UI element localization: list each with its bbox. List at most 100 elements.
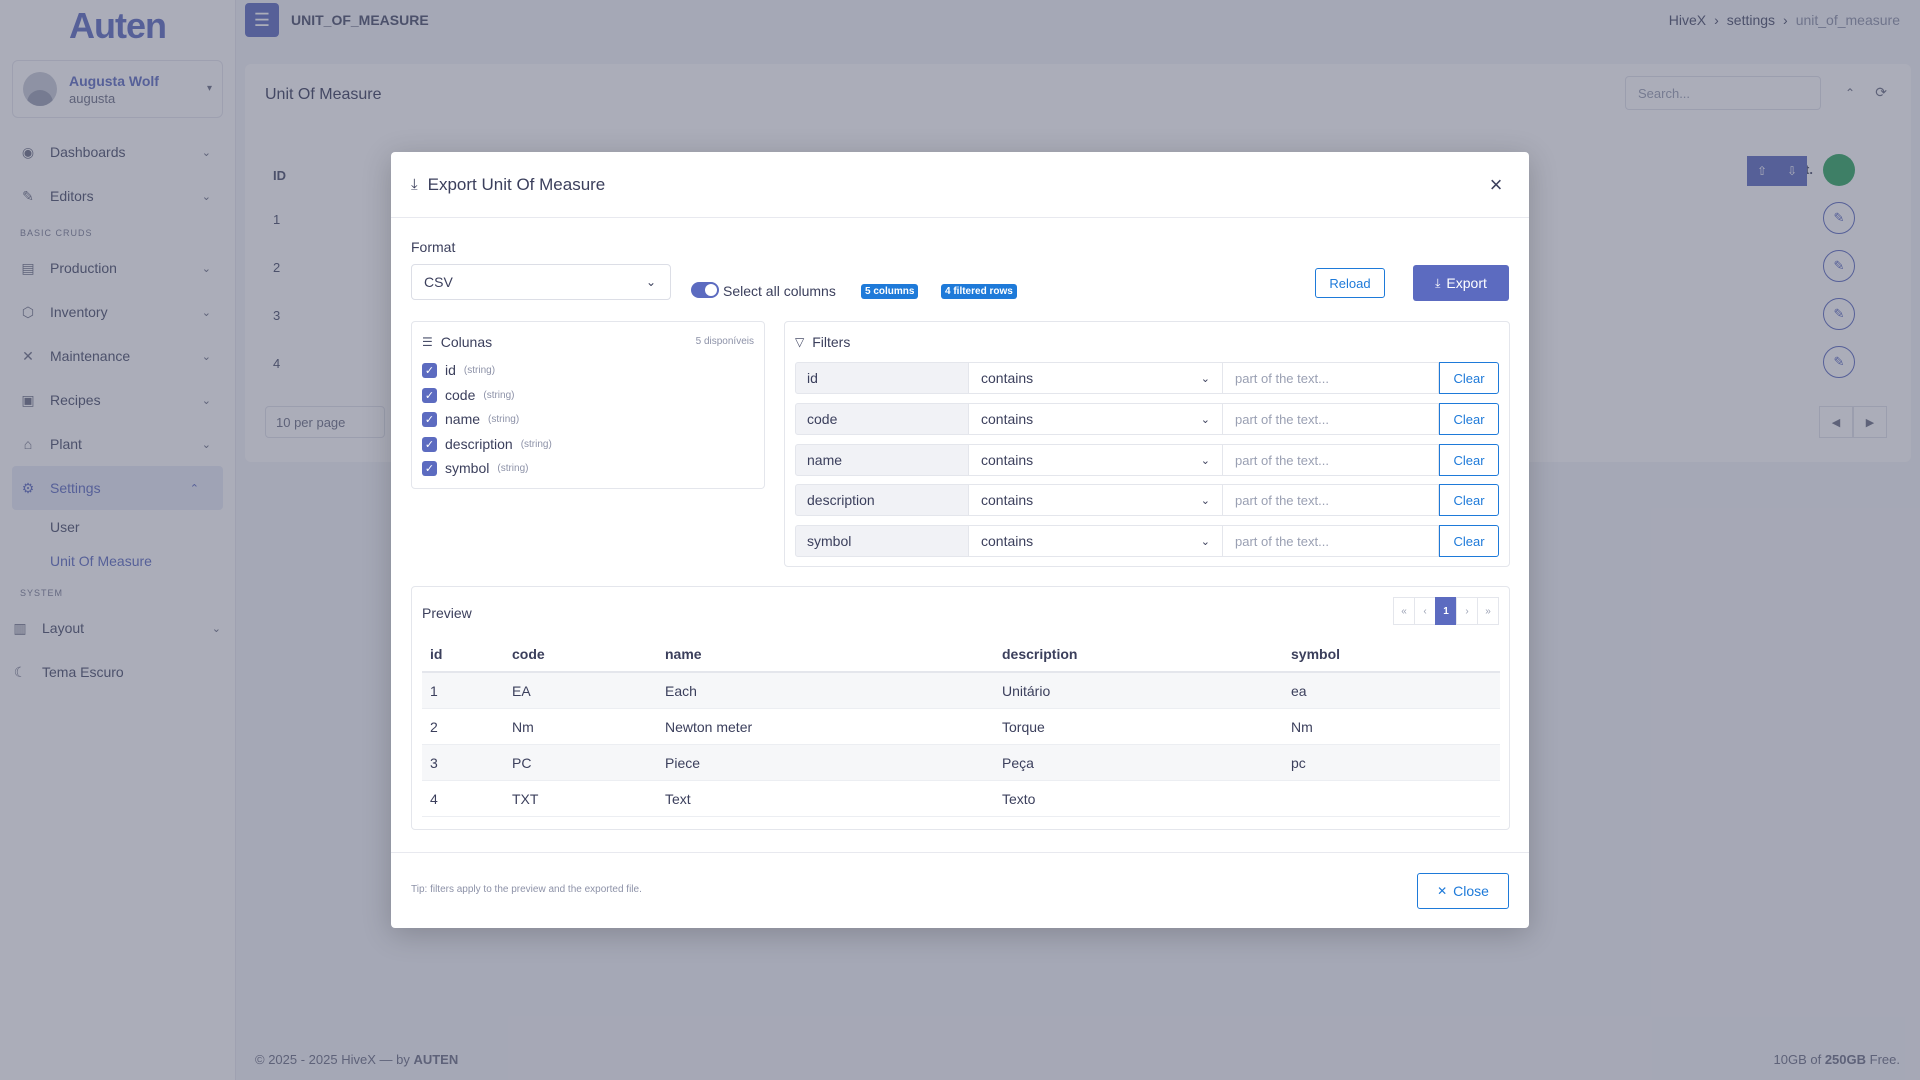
filters-panel-header: ▽ Filters bbox=[795, 334, 850, 350]
filter-operator-select[interactable]: contains ⌄ bbox=[969, 525, 1223, 557]
close-icon: ✕ bbox=[1437, 884, 1448, 898]
first-page-button[interactable]: « bbox=[1393, 597, 1415, 625]
column-option-description[interactable]: ✓ description (string) bbox=[422, 436, 552, 452]
table-cell: 3 bbox=[430, 754, 438, 771]
column-header: description bbox=[1002, 646, 1078, 662]
last-page-button[interactable]: » bbox=[1477, 597, 1499, 625]
close-icon[interactable]: × bbox=[1483, 172, 1509, 198]
filters-title: Filters bbox=[812, 334, 851, 350]
filter-field: id bbox=[795, 362, 969, 394]
column-option-name: description bbox=[445, 436, 513, 452]
filter-operator-value: contains bbox=[981, 452, 1034, 468]
preview-table: id code name description symbol 1 EA Eac… bbox=[422, 637, 1500, 817]
table-cell: Newton meter bbox=[665, 718, 753, 735]
column-option-type: (string) bbox=[463, 364, 496, 376]
filter-operator-select[interactable]: contains ⌄ bbox=[969, 444, 1223, 476]
checkbox-checked-icon[interactable]: ✓ bbox=[422, 387, 437, 403]
chevron-down-icon: ⌄ bbox=[1200, 454, 1210, 467]
column-option-type: (string) bbox=[488, 413, 520, 425]
prev-page-button[interactable]: ‹ bbox=[1414, 597, 1436, 625]
table-row: 4 TXT Text Texto bbox=[422, 781, 1500, 817]
table-row: 1 EA Each Unitário ea bbox=[422, 673, 1500, 709]
filter-operator-select[interactable]: contains ⌄ bbox=[969, 403, 1223, 435]
filter-operator-select[interactable]: contains ⌄ bbox=[969, 484, 1223, 516]
filter-value-input[interactable]: part of the text... bbox=[1223, 362, 1439, 394]
column-option-type: (string) bbox=[483, 389, 515, 401]
filter-operator-select[interactable]: contains ⌄ bbox=[969, 362, 1223, 394]
filter-value-input[interactable]: part of the text... bbox=[1223, 444, 1439, 476]
filter-clear-button[interactable]: Clear bbox=[1439, 525, 1499, 557]
filter-value-input[interactable]: part of the text... bbox=[1223, 403, 1439, 435]
column-header: id bbox=[430, 646, 443, 662]
export-button-label: Export bbox=[1446, 275, 1487, 291]
table-cell: TXT bbox=[512, 790, 539, 807]
column-option-type: (string) bbox=[520, 438, 552, 450]
filter-row-symbol: symbol contains ⌄ part of the text... Cle… bbox=[795, 525, 1501, 557]
column-option-name: symbol bbox=[445, 460, 490, 476]
chevron-down-icon: ⌄ bbox=[645, 275, 656, 289]
export-button[interactable]: ⤓ Export bbox=[1413, 265, 1509, 301]
modal-title: Export Unit Of Measure bbox=[427, 174, 606, 194]
chevron-down-icon: ⌄ bbox=[1200, 494, 1210, 507]
table-cell: Piece bbox=[665, 754, 701, 771]
columns-count-badge: 5 columns bbox=[861, 284, 919, 299]
checkbox-checked-icon[interactable]: ✓ bbox=[422, 436, 437, 452]
chevron-down-icon: ⌄ bbox=[1200, 372, 1210, 385]
download-icon: ⤓ bbox=[1435, 275, 1441, 290]
table-row: 3 PC Piece Peça pc bbox=[422, 745, 1500, 781]
filter-row-id: id contains ⌄ part of the text... Clear bbox=[795, 362, 1501, 394]
filter-clear-button[interactable]: Clear bbox=[1439, 362, 1499, 394]
tip-text: Tip: filters apply to the preview and th… bbox=[411, 884, 642, 895]
column-option-id[interactable]: ✓ id (string) bbox=[422, 362, 495, 378]
table-cell: 4 bbox=[430, 790, 438, 807]
filter-value-input[interactable]: part of the text... bbox=[1223, 525, 1439, 557]
table-cell: Unitário bbox=[1002, 682, 1051, 699]
filter-operator-value: contains bbox=[981, 492, 1034, 508]
funnel-icon: ▽ bbox=[795, 335, 805, 349]
filter-clear-button[interactable]: Clear bbox=[1439, 444, 1499, 476]
preview-pager: « ‹ 1 › » bbox=[1393, 597, 1499, 625]
filter-operator-value: contains bbox=[981, 411, 1034, 427]
table-cell: Each bbox=[665, 682, 697, 699]
column-header: code bbox=[512, 646, 545, 662]
table-cell: Torque bbox=[1002, 718, 1045, 735]
column-option-name[interactable]: ✓ name (string) bbox=[422, 411, 519, 427]
table-cell: EA bbox=[512, 682, 531, 699]
checkbox-checked-icon[interactable]: ✓ bbox=[422, 411, 437, 427]
column-option-code[interactable]: ✓ code (string) bbox=[422, 387, 514, 403]
column-option-name: name bbox=[445, 411, 481, 427]
export-modal: ⤓ Export Unit Of Measure × Format CSV ⌄ … bbox=[391, 152, 1529, 928]
format-label: Format bbox=[411, 239, 456, 255]
columns-available: 5 disponíveis bbox=[695, 336, 754, 347]
table-cell: pc bbox=[1291, 754, 1306, 771]
filter-field: name bbox=[795, 444, 969, 476]
filter-clear-button[interactable]: Clear bbox=[1439, 403, 1499, 435]
table-cell: ea bbox=[1291, 682, 1307, 699]
column-option-symbol[interactable]: ✓ symbol (string) bbox=[422, 460, 528, 476]
chevron-down-icon: ⌄ bbox=[1200, 413, 1210, 426]
current-page-button[interactable]: 1 bbox=[1435, 597, 1457, 625]
select-all-toggle[interactable] bbox=[691, 282, 719, 298]
filter-row-name: name contains ⌄ part of the text... Clear bbox=[795, 444, 1501, 476]
list-icon: ☰ bbox=[422, 335, 433, 349]
next-page-button[interactable]: › bbox=[1456, 597, 1478, 625]
filter-clear-button[interactable]: Clear bbox=[1439, 484, 1499, 516]
format-select[interactable]: CSV ⌄ bbox=[411, 264, 671, 300]
filter-value-input[interactable]: part of the text... bbox=[1223, 484, 1439, 516]
table-cell: 2 bbox=[430, 718, 438, 735]
column-header: name bbox=[665, 646, 702, 662]
format-value: CSV bbox=[424, 274, 453, 290]
table-cell: Nm bbox=[1291, 718, 1313, 735]
reload-button[interactable]: Reload bbox=[1315, 268, 1385, 298]
table-header-row: id code name description symbol bbox=[422, 637, 1500, 673]
close-button[interactable]: ✕ Close bbox=[1417, 873, 1509, 909]
checkbox-checked-icon[interactable]: ✓ bbox=[422, 460, 437, 476]
close-button-label: Close bbox=[1453, 883, 1489, 899]
chevron-down-icon: ⌄ bbox=[1200, 535, 1210, 548]
table-cell: Texto bbox=[1002, 790, 1036, 807]
modal-footer: Tip: filters apply to the preview and th… bbox=[391, 852, 1529, 928]
checkbox-checked-icon[interactable]: ✓ bbox=[422, 362, 437, 378]
modal-header: ⤓ Export Unit Of Measure × bbox=[391, 152, 1529, 218]
filter-operator-value: contains bbox=[981, 370, 1034, 386]
filter-operator-value: contains bbox=[981, 533, 1034, 549]
